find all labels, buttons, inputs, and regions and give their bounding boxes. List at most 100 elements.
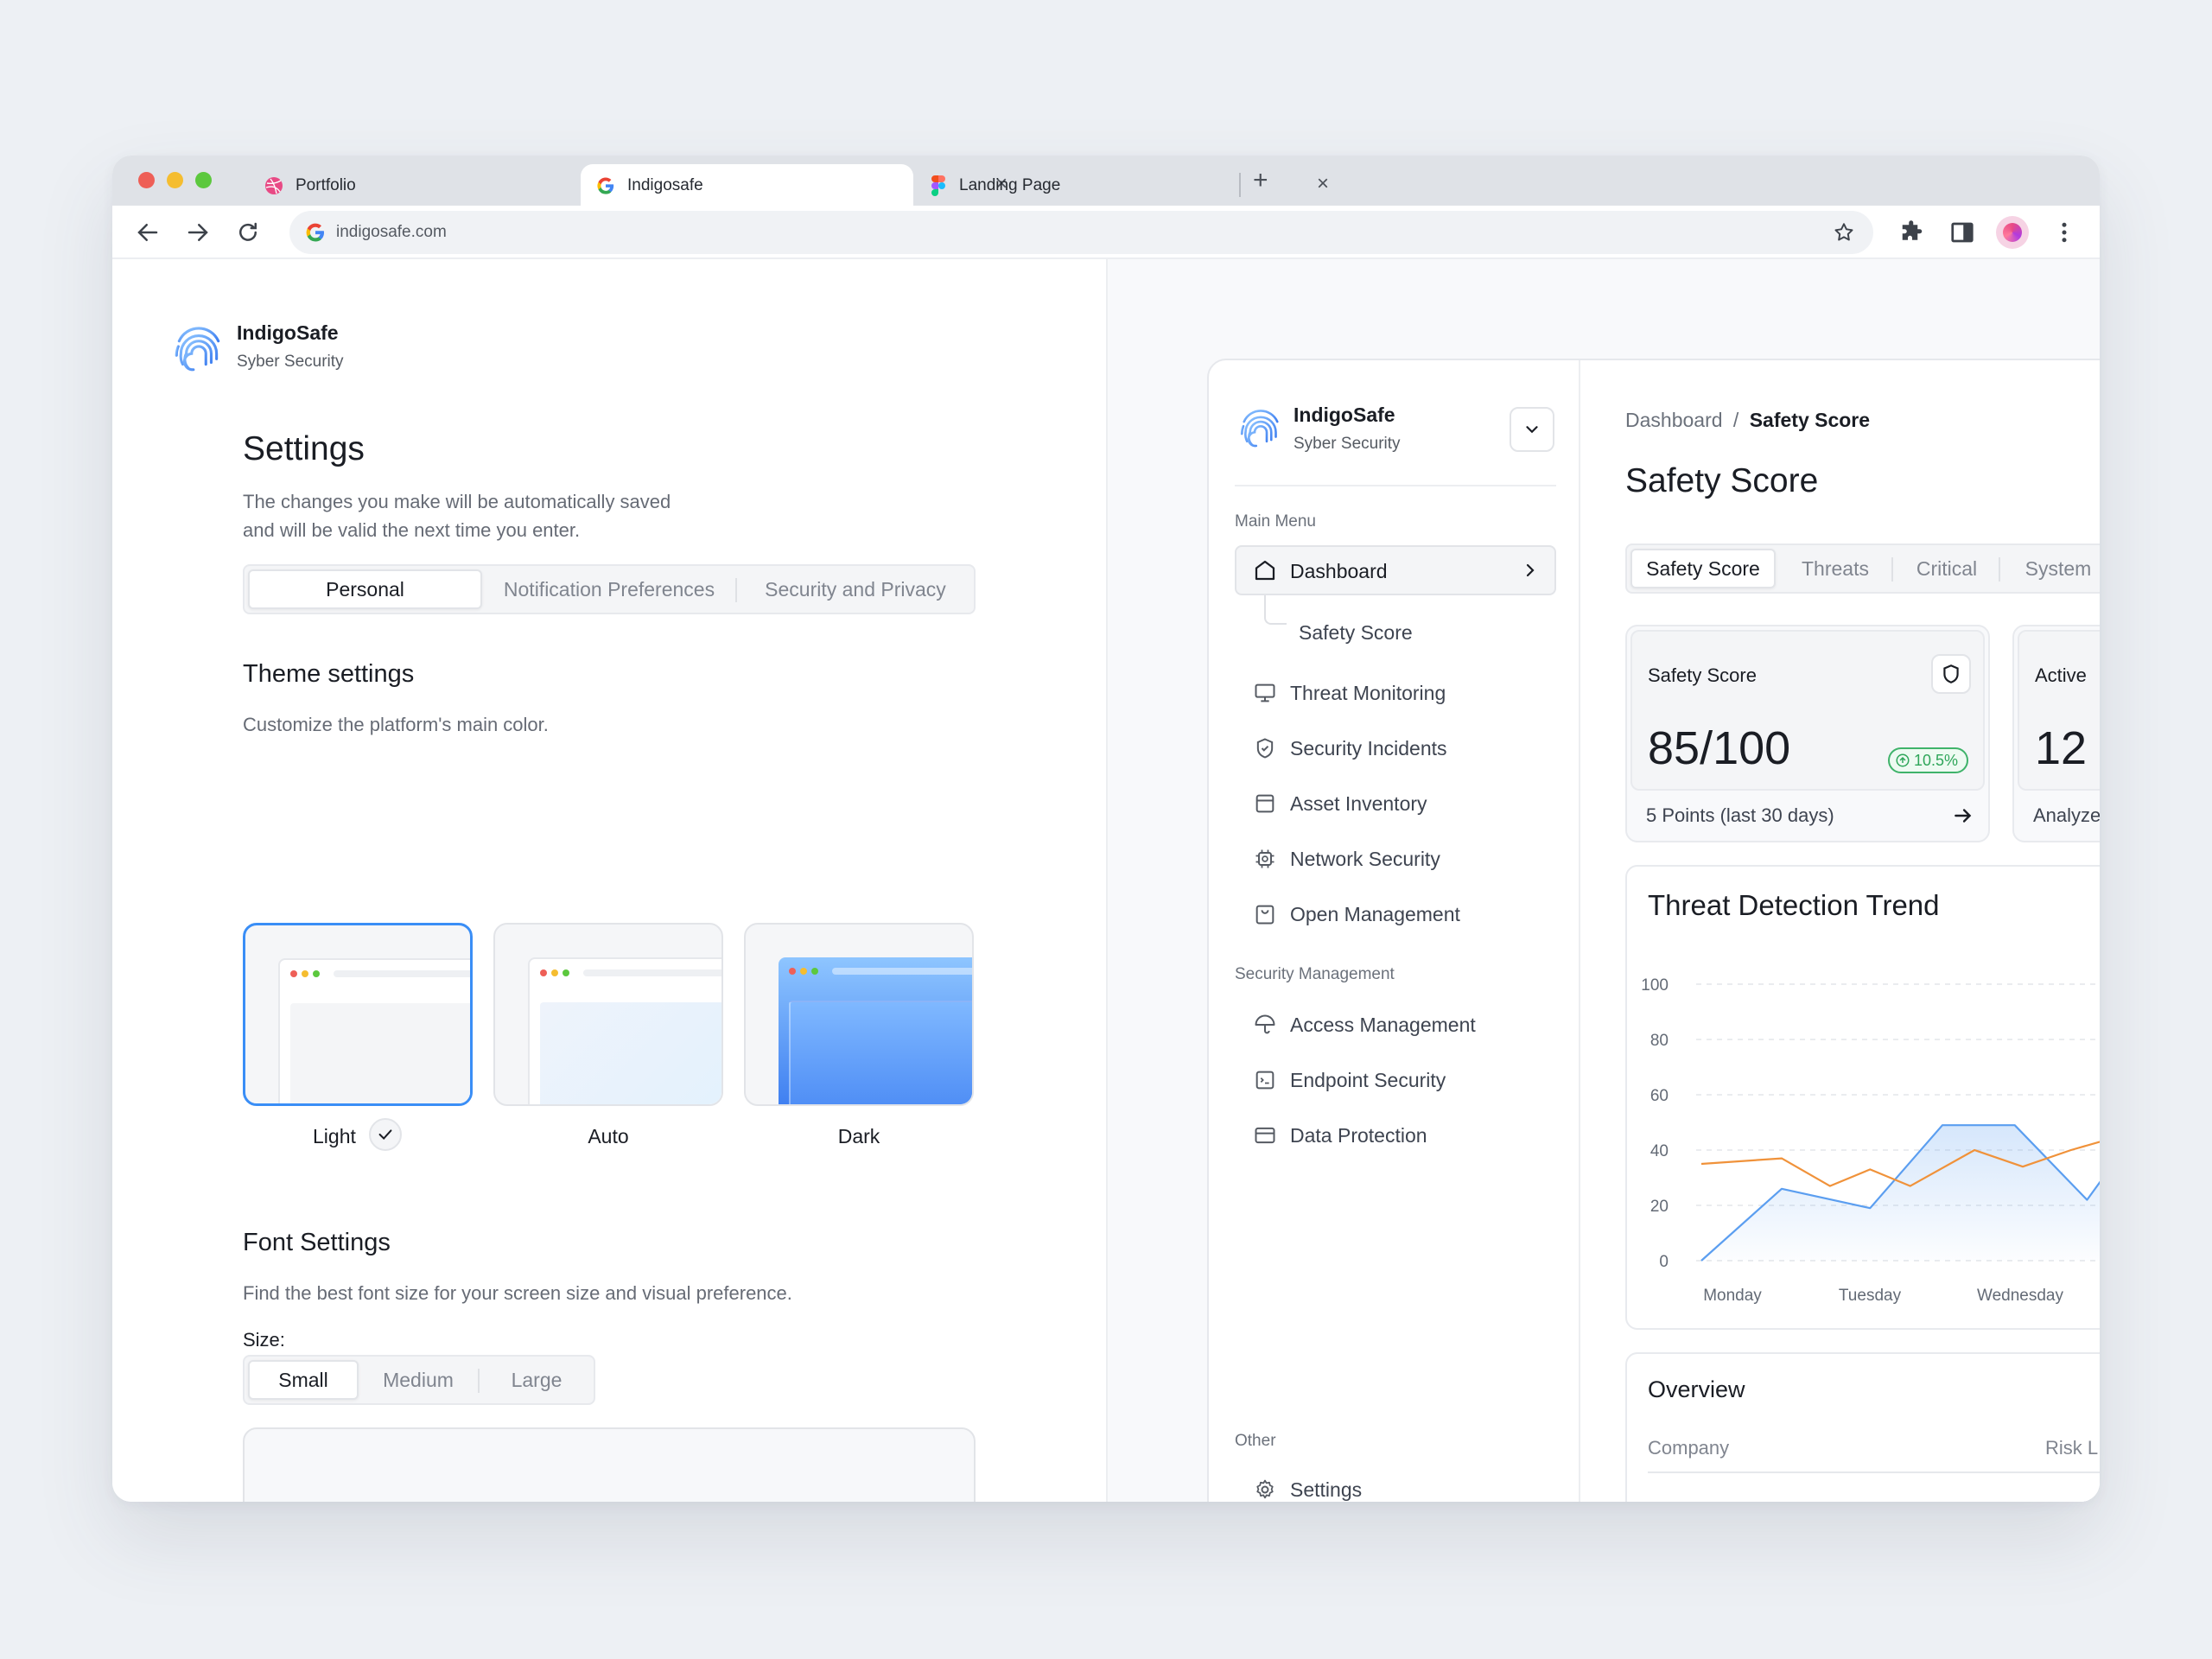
reload-icon[interactable] <box>235 219 261 245</box>
size-large[interactable]: Large <box>481 1360 592 1400</box>
active-value: 12 <box>2035 722 2088 774</box>
preview-dot <box>540 969 547 976</box>
sidebar-item-security-incidents[interactable]: Security Incidents <box>1252 735 1447 761</box>
sidebar-item-open-management[interactable]: Open Management <box>1252 901 1460 927</box>
dashboard-panel: IndigoSafe Syber Security Main Menu Dash… <box>1207 359 2100 1502</box>
safety-score-card: Safety Score 85/100 10.5% 5 Points (last… <box>1625 625 1990 842</box>
monitor-icon <box>1252 680 1278 706</box>
preview-dot <box>290 970 297 977</box>
active-card-inner: Active 12 <box>2018 630 2100 791</box>
sidebar-item-label: Asset Inventory <box>1290 791 1427 815</box>
active-card: Active 12 Analyze <box>2012 625 2100 842</box>
fingerprint-logo-icon <box>1240 410 1279 448</box>
settings-tabs: Personal Notification Preferences Securi… <box>243 564 976 614</box>
safety-score-value: 85/100 <box>1648 722 1791 774</box>
dashboard-title: Safety Score <box>1625 462 1819 499</box>
back-icon[interactable] <box>135 219 161 245</box>
tab-separator <box>1999 557 2000 582</box>
theme-card-light[interactable] <box>243 923 473 1106</box>
sidepanel-icon[interactable] <box>1949 219 1975 245</box>
y-tick-label: 60 <box>1650 1087 1669 1105</box>
chevron-right-icon <box>1526 563 1535 577</box>
tab-personal[interactable]: Personal <box>248 569 482 609</box>
sidebar-item-label: Open Management <box>1290 902 1460 925</box>
sidebar-item-network-security[interactable]: Network Security <box>1252 846 1440 872</box>
tab-label: Landing Page <box>959 176 1061 194</box>
font-subtext: Find the best font size for your screen … <box>243 1282 792 1304</box>
sidebar-item-asset-inventory[interactable]: Asset Inventory <box>1252 791 1427 817</box>
arrow-right-icon[interactable] <box>1952 804 1974 827</box>
sidebar-item-label: Data Protection <box>1290 1123 1427 1147</box>
font-heading: Font Settings <box>243 1229 391 1256</box>
brand-tagline: Syber Security <box>237 353 344 371</box>
terminal-icon <box>1252 1067 1278 1093</box>
tab-landing-page[interactable]: Landing Page × <box>916 164 1329 206</box>
maximize-window-button[interactable] <box>195 172 212 188</box>
tab-notification-preferences[interactable]: Notification Preferences <box>486 569 733 609</box>
size-small[interactable]: Small <box>248 1360 359 1400</box>
tab-threats[interactable]: Threats <box>1779 549 1891 588</box>
settings-description: The changes you make will be automatical… <box>243 487 671 544</box>
theme-label-light: Light <box>313 1125 356 1147</box>
arrow-up-circle-icon <box>1896 753 1910 767</box>
sidebar-item-label: Endpoint Security <box>1290 1068 1446 1091</box>
tab-label: Indigosafe <box>627 176 703 194</box>
shield-icon[interactable] <box>1931 654 1971 694</box>
safety-score-inner: Safety Score 85/100 10.5% <box>1630 630 1985 791</box>
figma-icon <box>931 175 945 196</box>
preview-bar <box>583 969 721 976</box>
font-size-selector: Small Medium Large <box>243 1355 595 1405</box>
tab-security-privacy[interactable]: Security and Privacy <box>739 569 972 609</box>
tab-indigosafe[interactable]: Indigosafe × <box>581 164 1007 206</box>
preview-content <box>540 1002 721 1104</box>
description-line: The changes you make will be automatical… <box>243 491 671 512</box>
security-management-label: Security Management <box>1235 965 1395 983</box>
preview-dot <box>811 968 818 975</box>
close-tab-icon[interactable]: × <box>1317 173 1329 195</box>
sidebar: IndigoSafe Syber Security Main Menu Dash… <box>1209 360 1580 1502</box>
new-tab-button[interactable]: + <box>1253 168 1268 194</box>
menu-kebab-icon[interactable] <box>2051 219 2077 245</box>
theme-card-auto[interactable] <box>493 923 723 1106</box>
x-tick-label: Tuesday <box>1839 1287 1902 1305</box>
bag-icon <box>1252 901 1278 927</box>
tab-portfolio[interactable]: Portfolio × <box>251 164 676 206</box>
breadcrumb-separator: / <box>1732 409 1739 431</box>
tab-critical[interactable]: Critical <box>1895 549 1999 588</box>
umbrella-icon <box>1252 1012 1278 1038</box>
workspace-dropdown-button[interactable] <box>1510 407 1554 452</box>
home-icon <box>1255 560 1275 581</box>
preview-content <box>789 1001 972 1104</box>
box-icon <box>1252 791 1278 817</box>
sidebar-item-label: Access Management <box>1290 1013 1476 1036</box>
breadcrumb-root[interactable]: Dashboard <box>1625 409 1723 431</box>
size-medium[interactable]: Medium <box>362 1360 474 1400</box>
tab-safety-score[interactable]: Safety Score <box>1630 549 1776 588</box>
sidebar-subitem-safety-score[interactable]: Safety Score <box>1299 621 1413 645</box>
sidebar-item-dashboard[interactable]: Dashboard <box>1235 545 1556 595</box>
threat-trend-card: Threat Detection Trend 0 20 40 60 80 100 Monda… <box>1625 865 2100 1330</box>
sidebar-item-data-protection[interactable]: Data Protection <box>1252 1122 1427 1148</box>
forward-icon[interactable] <box>185 219 211 245</box>
overview-card: Overview Company Risk L <box>1625 1352 2100 1502</box>
star-icon[interactable] <box>1833 221 1855 244</box>
preview-dot <box>800 968 807 975</box>
address-bar[interactable]: indigosafe.com <box>289 211 1873 254</box>
extensions-icon[interactable] <box>1899 219 1925 245</box>
sidebar-item-access-management[interactable]: Access Management <box>1252 1012 1476 1038</box>
tab-label: Portfolio <box>296 176 356 194</box>
close-window-button[interactable] <box>138 172 155 188</box>
minimize-window-button[interactable] <box>167 172 183 188</box>
browser-window: Portfolio × Indigosafe × Landing Page × … <box>112 156 2100 1502</box>
size-label: Size: <box>243 1329 285 1351</box>
sidebar-item-settings[interactable]: Settings <box>1252 1477 1362 1502</box>
page-title: Settings <box>243 430 365 467</box>
sidebar-item-endpoint-security[interactable]: Endpoint Security <box>1252 1067 1446 1093</box>
tree-connector <box>1264 595 1287 625</box>
theme-card-dark[interactable] <box>744 923 974 1106</box>
google-icon <box>597 177 614 194</box>
profile-avatar[interactable] <box>1996 216 2029 249</box>
tab-system[interactable]: System <box>2002 549 2100 588</box>
divider <box>1235 485 1556 486</box>
sidebar-item-threat-monitoring[interactable]: Threat Monitoring <box>1252 680 1446 706</box>
